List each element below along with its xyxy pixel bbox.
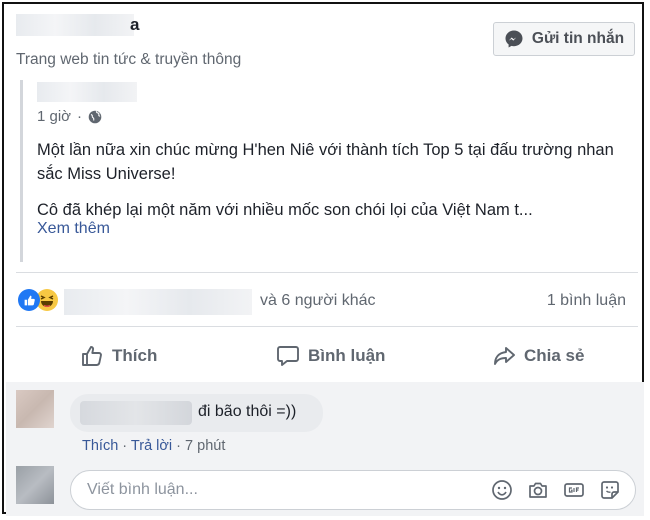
globe-icon (88, 110, 102, 123)
divider (16, 272, 638, 273)
page-name[interactable]: a (130, 15, 139, 35)
post-paragraph-1: Một lần nữa xin chúc mừng H'hen Niê với … (37, 141, 614, 183)
shared-post-body: Một lần nữa xin chúc mừng H'hen Niê với … (37, 138, 637, 222)
comment-time[interactable]: 7 phút (185, 438, 225, 454)
thumbs-up-icon (82, 346, 102, 366)
comment-input-placeholder: Viết bình luận... (87, 481, 198, 498)
post-paragraph-2: Cô đã khép lại một năm với nhiều mốc son… (37, 201, 533, 219)
comment-bubble: đi bão thôi =)) (70, 394, 323, 432)
reactor-names-blurred[interactable] (64, 289, 252, 315)
commenter-name-blurred[interactable] (80, 401, 192, 425)
comment-label: Bình luận (308, 346, 386, 365)
meta-separator: · (122, 438, 128, 454)
current-user-avatar[interactable] (16, 466, 54, 504)
share-label: Chia sẻ (524, 346, 585, 365)
comment-section: đi bão thôi =)) Thích · Trả lời · 7 phút… (6, 382, 644, 516)
comment-count[interactable]: 1 bình luận (547, 292, 626, 310)
shared-post: 1 giờ · Một lần nữa xin chúc mừng H'hen … (20, 80, 633, 262)
reaction-icons[interactable] (18, 289, 58, 311)
comment-reply-link[interactable]: Trả lời (131, 438, 172, 454)
comment-meta: Thích · Trả lời · 7 phút (82, 438, 225, 454)
commenter-avatar[interactable] (16, 390, 54, 428)
reactions-others-count[interactable]: và 6 người khác (260, 292, 375, 310)
like-button[interactable]: Thích (80, 340, 157, 372)
gif-icon[interactable] (563, 479, 585, 501)
divider (16, 326, 638, 327)
like-label: Thích (112, 346, 158, 365)
post-time-text: 1 giờ (37, 108, 72, 125)
post-card: a Trang web tin tức & truyền thông Gửi t… (2, 2, 644, 516)
shared-author-blurred[interactable] (37, 82, 137, 102)
share-button[interactable]: Chia sẻ (492, 340, 584, 372)
see-more-link[interactable]: Xem thêm (37, 220, 110, 238)
comment-button[interactable]: Bình luận (276, 340, 385, 372)
page-name-blurred[interactable] (16, 14, 134, 36)
comment-like-link[interactable]: Thích (82, 438, 118, 454)
meta-separator: · (176, 438, 181, 454)
share-arrow-icon (494, 347, 515, 365)
send-message-label: Gửi tin nhắn (531, 30, 625, 47)
send-message-button[interactable]: Gửi tin nhắn (493, 22, 635, 56)
post-time[interactable]: 1 giờ · (37, 108, 102, 125)
dot-separator: · (77, 108, 83, 125)
page-category: Trang web tin tức & truyền thông (16, 51, 242, 68)
sticker-icon[interactable] (599, 479, 621, 501)
comment-input[interactable]: Viết bình luận... (70, 470, 636, 510)
like-reaction-icon (18, 289, 40, 311)
messenger-icon (505, 30, 523, 48)
camera-icon[interactable] (527, 479, 549, 501)
emoji-icon[interactable] (491, 479, 513, 501)
comment-bubble-icon (277, 346, 299, 366)
comment-text: đi bão thôi =)) (198, 403, 297, 420)
